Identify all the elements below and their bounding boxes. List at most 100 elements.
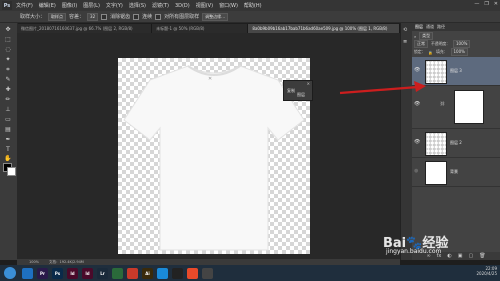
sample-size-select[interactable]: 取样点 [48, 12, 67, 21]
taskbar-app-11[interactable] [172, 267, 183, 279]
menu-image[interactable]: 图像(I) [62, 2, 77, 9]
history-icon[interactable]: ⟲ [403, 27, 407, 33]
menu-select[interactable]: 选择(S) [129, 2, 146, 9]
menu-type[interactable]: 文字(Y) [106, 2, 123, 9]
floating-panel-item-1[interactable]: 复制 [287, 88, 295, 94]
contiguous-label: 连续 [142, 14, 153, 20]
minimize-icon[interactable]: — [474, 1, 479, 7]
marquee-tool-icon[interactable]: ⬚ [2, 35, 14, 44]
all-layers-checkbox[interactable] [155, 13, 162, 20]
menu-edit[interactable]: 编辑(E) [39, 2, 56, 9]
taskbar-app-8[interactable] [127, 267, 138, 279]
crop-tool-icon[interactable]: ⌗ [2, 65, 14, 74]
clock-date: 2020/4/25 [476, 271, 497, 276]
adjustment-layer-icon[interactable]: ◐ [447, 253, 451, 259]
menu-layer[interactable]: 图层(L) [83, 2, 100, 9]
background-color-swatch[interactable] [7, 167, 16, 176]
close-icon[interactable]: ✕ [494, 1, 498, 7]
system-tray-clock[interactable]: 22:09 2020/4/25 [476, 266, 497, 276]
tab-document-3[interactable]: 8a0b9b09b16ab17bab71b6ad60ae509.jpg @ 10… [248, 24, 400, 33]
antialias-label: 消除锯齿 [110, 14, 131, 20]
floating-panel-close[interactable]: × [307, 81, 310, 86]
floating-panel[interactable]: × 复制 图层 [283, 80, 313, 101]
svg-text:✕: ✕ [208, 76, 212, 82]
layer-name[interactable]: 背景 [450, 169, 458, 175]
blend-mode-select[interactable]: 正常 [414, 40, 428, 48]
taskbar-app-13[interactable] [202, 267, 213, 279]
taskbar: Pr Ps Id Id Lr Ai 22:09 2020/4/25 [0, 265, 500, 281]
layer-name[interactable]: 图层 3 [450, 68, 462, 74]
lock-icon[interactable]: 🔒 [428, 50, 433, 55]
opacity-label: 不透明度： [431, 41, 450, 46]
visibility-eye-icon[interactable]: 👁 [414, 101, 420, 107]
new-group-icon[interactable]: ▣ [458, 253, 463, 259]
stamp-tool-icon[interactable]: ⊥ [2, 105, 14, 114]
taskbar-app-photoshop[interactable]: Ps [52, 267, 63, 279]
layer-kind-filter[interactable]: 类型 [419, 32, 434, 40]
tolerance-input[interactable]: 32 [87, 12, 99, 21]
document-canvas[interactable]: ✕ [118, 58, 310, 254]
menu-filter[interactable]: 滤镜(T) [152, 2, 169, 9]
hand-tool-icon[interactable]: ✋ [2, 154, 14, 163]
fill-label: 填充： [436, 49, 448, 54]
visibility-eye-icon[interactable]: 👁 [414, 67, 420, 73]
menu-view[interactable]: 视图(V) [196, 2, 213, 9]
menu-window[interactable]: 窗口(W) [219, 2, 238, 9]
tab-document-1[interactable]: 微信图片_20180716160637.jpg @ 66.7% (图层 2, R… [17, 24, 153, 33]
taskbar-app-1[interactable] [22, 267, 33, 279]
new-layer-icon[interactable]: ▢ [468, 253, 473, 259]
tab-paths[interactable]: 路径 [437, 24, 445, 30]
opacity-input[interactable]: 100% [452, 40, 471, 48]
tab-document-2[interactable]: 未标题-1 @ 50% (RGB/8) [152, 24, 249, 33]
baidu-watermark-url: jingyan.baidu.com [386, 248, 442, 255]
healing-tool-icon[interactable]: ✚ [2, 85, 14, 94]
menu-help[interactable]: 帮助(H) [244, 2, 262, 9]
sample-size-label: 取样大小： [20, 14, 46, 20]
layer-name[interactable]: 图层 2 [450, 140, 462, 146]
tab-layers[interactable]: 图层 [415, 24, 423, 30]
taskbar-app-indesign-2[interactable]: Id [82, 267, 93, 279]
tab-channels[interactable]: 通道 [426, 24, 434, 30]
menu-3d[interactable]: 3D(D) [175, 3, 190, 9]
refine-edge-button[interactable]: 调整边缘... [202, 12, 228, 21]
properties-icon[interactable]: ≣ [403, 39, 407, 45]
lasso-tool-icon[interactable]: ◌ [2, 45, 14, 54]
layers-panel: 图层 通道 路径 ⌕ 类型 正常 不透明度： 100% 锁定： 🔒 填充： 10… [412, 23, 500, 260]
tolerance-label: 容差： [69, 14, 85, 20]
restore-icon[interactable]: ❐ [484, 1, 488, 7]
taskbar-app-12[interactable] [187, 267, 198, 279]
gradient-tool-icon[interactable]: ▤ [2, 125, 14, 134]
menu-file[interactable]: 文件(F) [16, 2, 33, 9]
photoshop-logo: Ps [2, 1, 12, 10]
delete-layer-icon[interactable]: 🗑 [479, 253, 485, 259]
search-icon: ⌕ [414, 33, 417, 39]
contiguous-checkbox[interactable] [133, 13, 140, 20]
pen-tool-icon[interactable]: ✒ [2, 135, 14, 144]
taskbar-app-7[interactable] [112, 267, 123, 279]
document-tabs: 微信图片_20180716160637.jpg @ 66.7% (图层 2, R… [17, 24, 400, 33]
zoom-level[interactable]: 100% [29, 260, 39, 264]
taskbar-app-premiere[interactable]: Pr [37, 267, 48, 279]
taskbar-app-illustrator[interactable]: Ai [142, 267, 153, 279]
visibility-eye-icon[interactable]: 👁 [414, 139, 420, 145]
eyedropper-tool-icon[interactable]: ✎ [2, 75, 14, 84]
eraser-tool-icon[interactable]: ▭ [2, 115, 14, 124]
layer-row[interactable]: ● 背景 [412, 158, 500, 187]
taskbar-app-indesign[interactable]: Id [67, 267, 78, 279]
magic-wand-tool-icon[interactable]: ✦ [2, 55, 14, 64]
fill-input[interactable]: 100% [450, 48, 468, 56]
taskbar-app-lightroom[interactable]: Lr [97, 267, 108, 279]
move-tool-icon[interactable]: ✥ [2, 25, 14, 34]
taskbar-app-10[interactable] [157, 267, 168, 279]
tools-panel: ✥ ⬚ ◌ ✦ ⌗ ✎ ✚ ✏ ⊥ ▭ ▤ ✒ T ✋ [0, 23, 18, 260]
link-chain-icon: ⛓ [440, 101, 446, 106]
floating-panel-item-2[interactable]: 图层 [297, 92, 305, 98]
options-bar: 取样大小： 取样点 容差： 32 消除锯齿 连续 对所有图层取样 调整边缘... [0, 11, 500, 23]
layer-row[interactable]: 👁 图层 2 [412, 129, 500, 158]
visibility-eye-icon[interactable]: ● [414, 168, 418, 174]
brush-tool-icon[interactable]: ✏ [2, 95, 14, 104]
antialias-checkbox[interactable] [101, 13, 108, 20]
type-tool-icon[interactable]: T [2, 145, 14, 154]
tshirt-image: ✕ [123, 65, 305, 251]
start-button[interactable] [4, 267, 16, 279]
